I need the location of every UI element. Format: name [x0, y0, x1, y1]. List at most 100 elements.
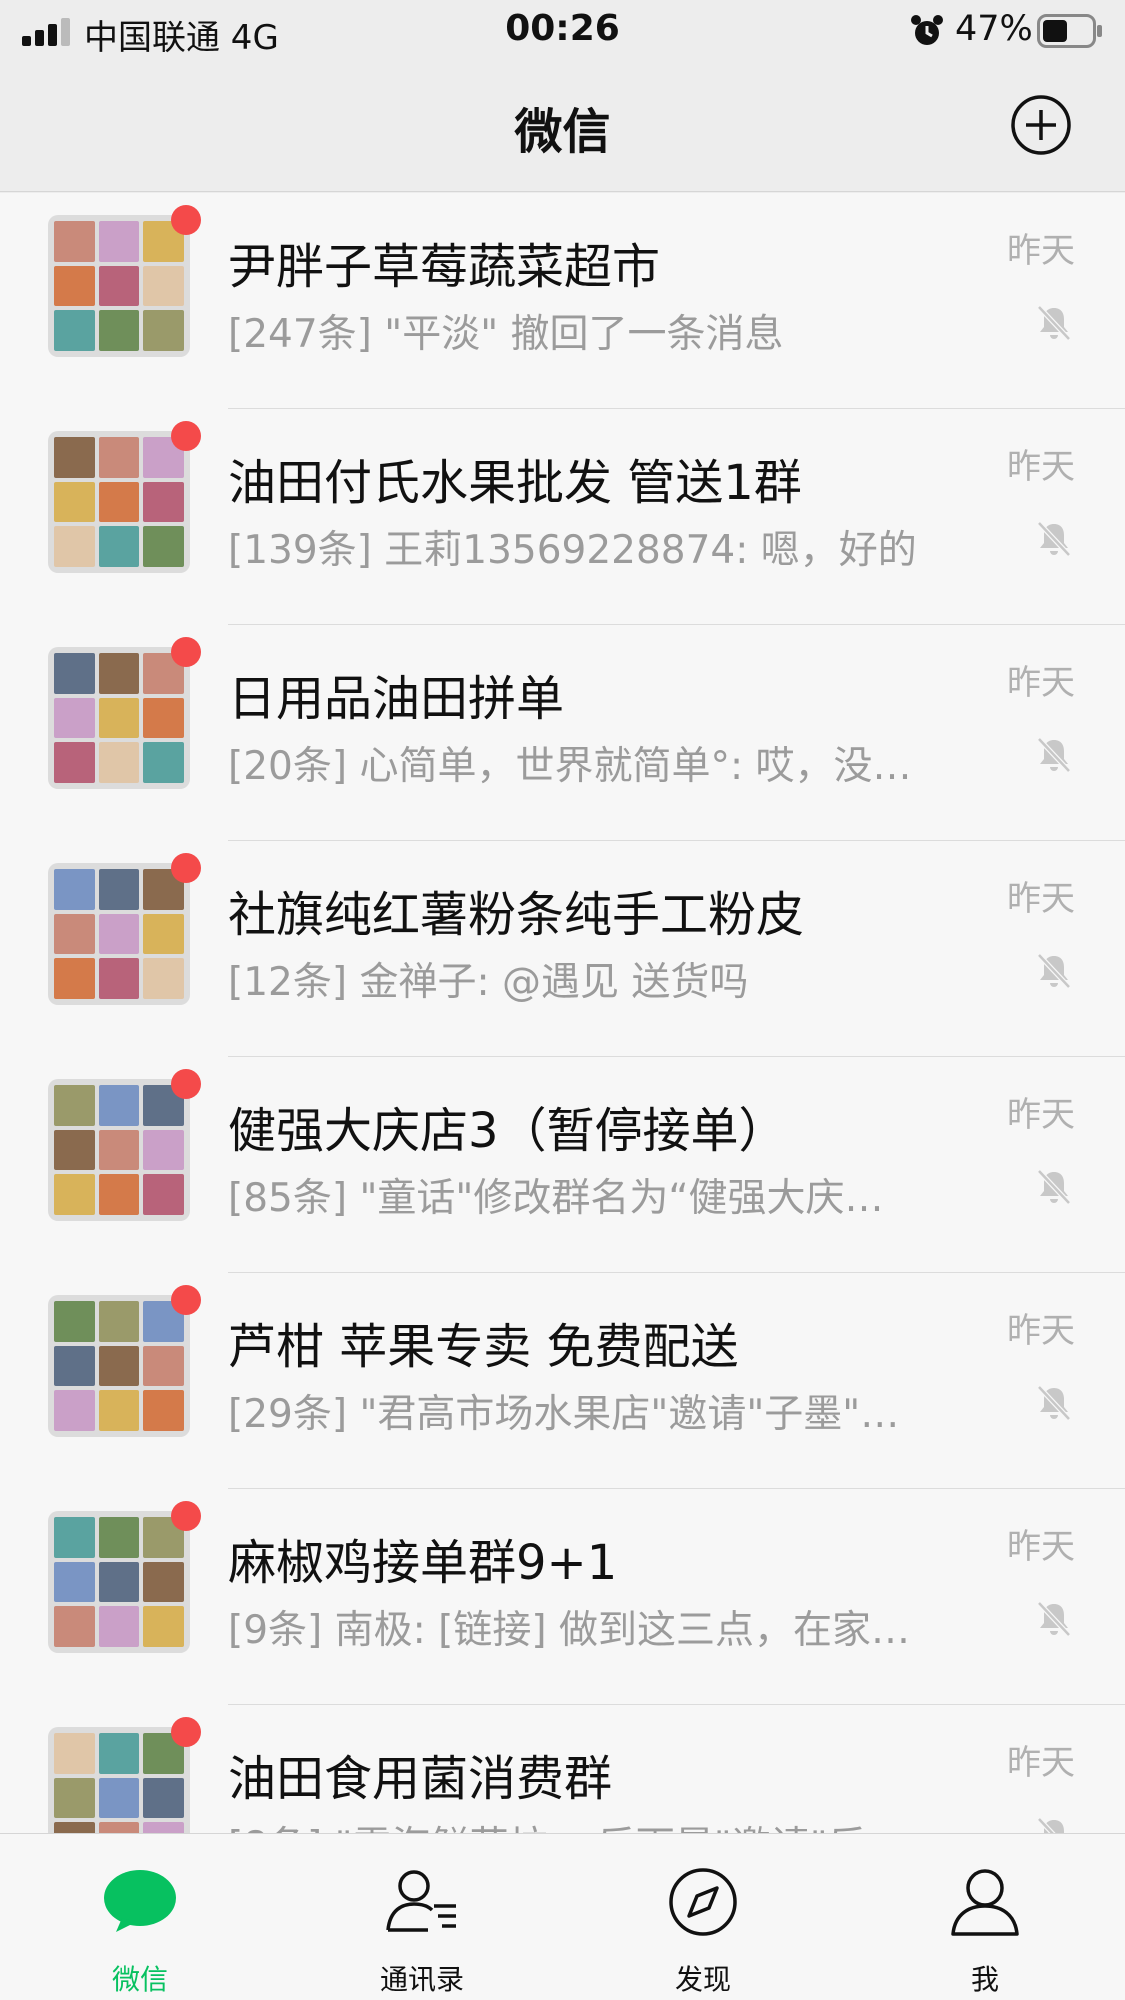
chat-name: 尹胖子草莓蔬菜超市	[228, 239, 661, 295]
group-avatar	[48, 863, 190, 1005]
avatar-thumbnail	[54, 437, 95, 478]
avatar-thumbnail	[98, 265, 140, 307]
avatar-thumbnail	[143, 1129, 184, 1171]
chat-time: 昨天	[1007, 663, 1075, 703]
avatar-thumbnail	[54, 653, 95, 694]
mute-bell-icon	[1037, 521, 1071, 557]
chat-time: 昨天	[1007, 447, 1075, 487]
mute-bell-icon	[1037, 1169, 1071, 1205]
avatar-thumbnail	[54, 1733, 95, 1774]
status-bar: 中国联通 4G 00:26 47%	[0, 0, 1125, 62]
tab-label: 发现	[674, 1963, 731, 1996]
avatar-thumbnail	[143, 1822, 184, 1833]
tab-contacts[interactable]: 通讯录	[322, 1834, 522, 2000]
avatar-thumbnail	[143, 526, 184, 567]
plus-circle-icon[interactable]	[1010, 94, 1072, 156]
avatar-thumbnail	[98, 1777, 140, 1819]
avatar-thumbnail	[98, 1129, 140, 1171]
chat-preview: [85条] "童话"修改群名为“健强大庆…	[228, 1176, 884, 1221]
avatar-thumbnail	[143, 697, 184, 739]
avatar-thumbnail	[98, 1561, 140, 1603]
avatar-thumbnail	[54, 742, 95, 783]
group-avatar	[48, 1511, 190, 1653]
chat-time: 昨天	[1007, 879, 1075, 919]
avatar-thumbnail	[98, 1390, 140, 1431]
avatar-thumbnail	[98, 1517, 140, 1558]
avatar-thumbnail	[143, 742, 184, 783]
person-icon	[951, 1869, 1019, 1936]
tab-me[interactable]: 我	[885, 1834, 1085, 2000]
tab-discover[interactable]: 发现	[603, 1834, 803, 2000]
chat-time: 昨天	[1007, 1743, 1075, 1783]
chat-bubble-icon	[104, 1870, 176, 1932]
avatar-thumbnail	[98, 221, 140, 262]
alarm-icon	[911, 15, 943, 45]
tab-label: 通讯录	[379, 1963, 464, 1996]
mute-bell-icon	[1037, 305, 1071, 341]
avatar-thumbnail	[98, 526, 140, 567]
chat-name: 芦柑 苹果专卖 免费配送	[228, 1319, 739, 1375]
avatar-thumbnail	[54, 1301, 95, 1342]
avatar-thumbnail	[143, 1606, 184, 1647]
avatar-thumbnail	[54, 869, 95, 910]
avatar-thumbnail	[54, 1561, 95, 1603]
unread-dot	[171, 1717, 201, 1747]
avatar-thumbnail	[54, 1345, 95, 1387]
group-avatar	[48, 1079, 190, 1221]
chat-time: 昨天	[1007, 1527, 1075, 1567]
page-title: 微信	[514, 104, 611, 160]
chat-preview: [247条] "平淡" 撤回了一条消息	[228, 312, 784, 357]
avatar-thumbnail	[54, 221, 95, 262]
battery-icon	[1037, 14, 1102, 48]
mute-bell-icon	[1037, 737, 1071, 773]
chat-time: 昨天	[1007, 1311, 1075, 1351]
mute-bell-icon	[1037, 953, 1071, 989]
chat-row[interactable]: 社旗纯红薯粉条纯手工粉皮 [12条] 金禅子: @遇见 送货吗 昨天	[0, 841, 1125, 1057]
avatar-thumbnail	[54, 913, 95, 955]
avatar-thumbnail	[54, 1517, 95, 1558]
unread-dot	[171, 1285, 201, 1315]
avatar-thumbnail	[98, 481, 140, 523]
mute-bell-icon	[1037, 1817, 1064, 1833]
chat-row[interactable]: 芦柑 苹果专卖 免费配送 [29条] "君高市场水果店"邀请"子墨"… 昨天	[0, 1273, 1125, 1489]
battery-percent: 47%	[955, 9, 1033, 49]
chat-name: 油田食用菌消费群	[228, 1751, 613, 1807]
tab-wechat[interactable]: 微信	[40, 1834, 240, 2000]
group-avatar	[48, 647, 190, 789]
avatar-thumbnail	[98, 653, 140, 694]
avatar-thumbnail	[54, 1390, 95, 1431]
avatar-thumbnail	[143, 1345, 184, 1387]
avatar-thumbnail	[143, 1561, 184, 1603]
tab-label: 微信	[111, 1963, 168, 1996]
unread-dot	[171, 853, 201, 883]
avatar-thumbnail	[98, 1345, 140, 1387]
tab-bar: 微信 通讯录 发现 我	[0, 1833, 1125, 2000]
avatar-thumbnail	[143, 481, 184, 523]
group-avatar	[48, 431, 190, 573]
unread-dot	[171, 421, 201, 451]
avatar-thumbnail	[54, 1822, 95, 1833]
group-avatar	[48, 1295, 190, 1437]
chat-name: 社旗纯红薯粉条纯手工粉皮	[228, 887, 805, 943]
chat-preview: [139条] 王莉13569228874: 嗯，好的	[228, 528, 917, 573]
chat-row[interactable]: 油田付氏水果批发 管送1群 [139条] 王莉13569228874: 嗯，好的…	[0, 409, 1125, 625]
chat-row[interactable]: 日用品油田拼单 [20条] 心简单，世界就简单°: 哎，没… 昨天	[0, 625, 1125, 841]
group-avatar	[48, 1727, 190, 1833]
avatar-thumbnail	[143, 265, 184, 307]
avatar-thumbnail	[98, 1085, 140, 1126]
avatar-thumbnail	[98, 1733, 140, 1774]
chat-row[interactable]: 油田食用菌消费群 [8条] "雷海鲜菇坊 ∘ 乐雨晨"邀请"乐… 昨天	[0, 1705, 1125, 1833]
chat-row[interactable]: 健强大庆店3（暂停接单） [85条] "童话"修改群名为“健强大庆… 昨天	[0, 1057, 1125, 1273]
avatar-thumbnail	[54, 265, 95, 307]
avatar-thumbnail	[98, 913, 140, 955]
chat-name: 日用品油田拼单	[228, 671, 565, 727]
chat-name: 健强大庆店3（暂停接单）	[228, 1103, 787, 1159]
tab-label: 我	[970, 1963, 999, 1996]
chat-time: 昨天	[1007, 1095, 1075, 1135]
compass-icon	[669, 1868, 737, 1936]
chat-row[interactable]: 麻椒鸡接单群9+1 [9条] 南极: [链接] 做到这三点，在家… 昨天	[0, 1489, 1125, 1705]
chat-list[interactable]: 尹胖子草莓蔬菜超市 [247条] "平淡" 撤回了一条消息 昨天 油田付氏水果批…	[0, 193, 1125, 1833]
chat-row[interactable]: 尹胖子草莓蔬菜超市 [247条] "平淡" 撤回了一条消息 昨天	[0, 193, 1125, 409]
avatar-thumbnail	[98, 958, 140, 999]
chat-preview: [12条] 金禅子: @遇见 送货吗	[228, 960, 749, 1005]
